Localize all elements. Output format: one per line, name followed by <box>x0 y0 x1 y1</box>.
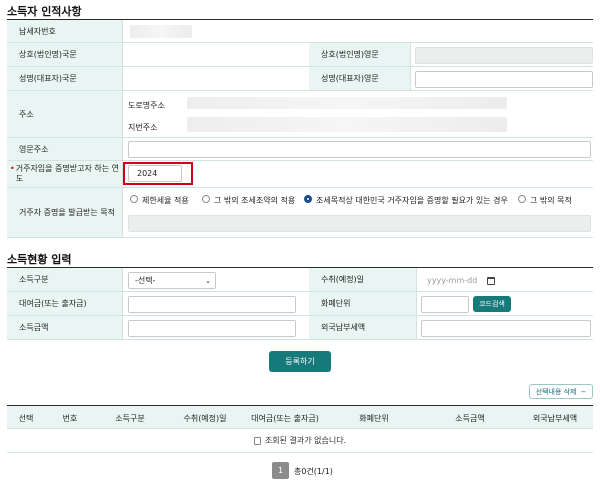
purpose-option-label: 조세목적상 대한민국 거주자임을 증명할 필요가 있는 경우 <box>316 196 508 205</box>
lender-input[interactable] <box>128 296 296 313</box>
purpose-radio-other[interactable] <box>518 195 526 203</box>
minus-icon: − <box>580 387 587 396</box>
eng-address-input[interactable] <box>128 141 591 158</box>
table-header-foreign-tax: 외국납부세액 <box>532 413 578 423</box>
table-empty-message: 조회된 결과가 없습니다. <box>264 436 347 445</box>
residence-year-label-cell: • 거주자임을 증명받고자 하는 연도 <box>7 161 123 188</box>
rep-kr-cell <box>123 67 309 91</box>
receipt-date-input[interactable]: yyyy-mm-dd <box>421 272 497 289</box>
rep-en-input[interactable] <box>415 71 593 88</box>
purpose-radio-limit-rate[interactable] <box>130 195 138 203</box>
name-en-label: 상호(법인명)영문 <box>309 43 411 67</box>
income-amount-label: 소득금액 <box>7 316 123 340</box>
purpose-radio-tax-resident[interactable] <box>304 195 312 203</box>
section-title-personal-info: 소득자 인적사항 <box>7 5 82 18</box>
lot-address-label: 지번주소 <box>128 123 158 132</box>
foreign-tax-label: 외국납부세액 <box>309 316 417 340</box>
currency-input[interactable] <box>421 296 469 313</box>
foreign-tax-input[interactable] <box>421 320 591 337</box>
purpose-option-label: 그 밖의 조세조약의 적용 <box>214 196 296 205</box>
name-kr-cell <box>123 43 309 67</box>
info-icon <box>253 436 261 445</box>
table-header-row: 선택 번호 소득구분 수취(예정)일 대여금(또는 출자금) 화폐단위 소득금액… <box>7 405 593 429</box>
income-amount-input[interactable] <box>128 320 296 337</box>
purpose-option-label: 그 밖의 목적 <box>530 196 572 205</box>
eng-address-label: 영문주소 <box>7 138 123 161</box>
name-en-input[interactable] <box>415 47 593 64</box>
calendar-icon[interactable] <box>487 276 495 285</box>
receipt-date-placeholder: yyyy-mm-dd <box>427 276 478 285</box>
delete-selected-button[interactable]: 선택내용 삭제 − <box>529 384 593 399</box>
table-header-select: 선택 <box>18 413 34 423</box>
taxpayer-no-value-masked <box>130 25 192 38</box>
income-type-label: 소득구분 <box>7 268 123 292</box>
pagination-current-page[interactable]: 1 <box>272 462 289 479</box>
purpose-other-input[interactable] <box>128 215 591 232</box>
income-type-selected-value: -선택- <box>135 276 156 285</box>
table-empty-row: 조회된 결과가 없습니다. <box>7 429 593 453</box>
purpose-label: 거주자 증명을 발급받는 목적 <box>7 188 123 238</box>
receipt-date-label: 수취(예정)일 <box>309 268 417 292</box>
road-address-label: 도로명주소 <box>128 101 165 110</box>
purpose-option-label: 제한세율 적용 <box>142 196 189 205</box>
personal-info-form: 납세자번호 상호(법인명)국문 상호(법인명)영문 성명(대표자)국문 성명(대… <box>7 20 593 238</box>
table-header-lender: 대여금(또는 출자금) <box>251 413 319 423</box>
table-header-currency: 화폐단위 <box>359 413 389 423</box>
road-address-value-masked <box>187 97 507 109</box>
income-table: 선택 번호 소득구분 수취(예정)일 대여금(또는 출자금) 화폐단위 소득금액… <box>7 405 593 453</box>
residence-year-input[interactable]: 2024 <box>128 165 182 182</box>
table-header-income-amount: 소득금액 <box>455 413 485 423</box>
name-kr-label: 상호(법인명)국문 <box>7 43 123 67</box>
currency-label: 화폐단위 <box>309 292 417 316</box>
delete-selected-label: 선택내용 삭제 <box>535 387 577 396</box>
table-header-income-type: 소득구분 <box>115 413 145 423</box>
lender-label: 대여금(또는 출자금) <box>7 292 123 316</box>
register-button[interactable]: 등록하기 <box>269 351 331 372</box>
lot-address-value-masked <box>187 117 507 132</box>
section-title-income: 소득현황 입력 <box>7 253 72 266</box>
rep-kr-label: 성명(대표자)국문 <box>7 67 123 91</box>
purpose-radio-other-treaty[interactable] <box>202 195 210 203</box>
residence-year-cell <box>123 161 593 188</box>
income-form: 소득구분 -선택- ⌄ 수취(예정)일 yyyy-mm-dd 대여금(또는 출자… <box>7 268 593 340</box>
residence-year-label: 거주자임을 증명받고자 하는 연도 <box>15 164 120 183</box>
taxpayer-no-cell <box>123 20 593 43</box>
chevron-down-icon: ⌄ <box>205 276 211 285</box>
rep-en-label: 성명(대표자)영문 <box>309 67 411 91</box>
address-label: 주소 <box>7 91 123 138</box>
table-header-number: 번호 <box>62 413 78 423</box>
required-marker: • <box>10 164 15 173</box>
pagination-total: 총0건(1/1) <box>294 467 333 476</box>
code-search-button[interactable]: 코드검색 <box>473 296 511 312</box>
income-type-select[interactable]: -선택- ⌄ <box>128 272 216 289</box>
taxpayer-no-label: 납세자번호 <box>7 20 123 43</box>
table-header-receipt-date: 수취(예정)일 <box>183 413 227 423</box>
